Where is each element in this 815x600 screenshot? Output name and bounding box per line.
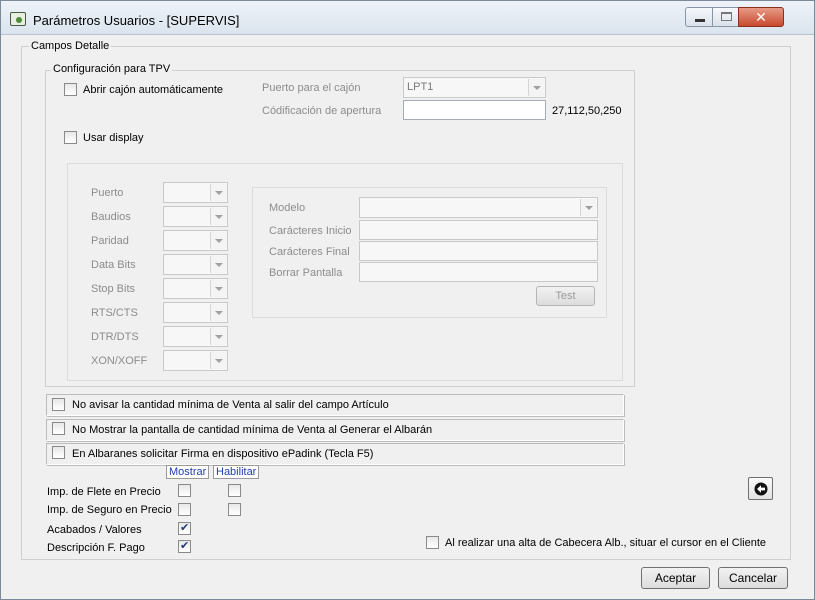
firma-epadink-label: En Albaranes solicitar Firma en disposit… [72,448,374,460]
rts-cts-label: RTS/CTS [91,307,138,319]
cursor-cliente-checkbox[interactable] [426,536,439,549]
caracteres-final-label: Carácteres Final [269,246,350,258]
abrir-cajon-label: Abrir cajón automáticamente [83,84,224,96]
config-tpv-legend: Configuración para TPV [51,63,173,75]
chevron-down-icon [210,304,226,321]
aceptar-button[interactable]: Aceptar [641,567,710,589]
rts-cts-select[interactable] [163,302,228,323]
window-title: Parámetros Usuarios - [SUPERVIS] [33,13,240,28]
modelo-label: Modelo [269,202,306,214]
stop-bits-select[interactable] [163,278,228,299]
baudios-label: Baudios [91,211,131,223]
dtr-dts-select[interactable] [163,326,228,347]
descripcion-pago-mostrar-checkbox[interactable] [178,539,191,553]
chevron-down-icon [210,208,226,225]
no-mostrar-label: No Mostrar la pantalla de cantidad mínim… [72,424,433,436]
codificacion-hint: 27,112,50,250 [552,105,622,117]
firma-epadink-checkbox[interactable] [52,446,65,459]
chevron-down-icon [580,199,596,216]
no-avisar-checkbox[interactable] [52,398,65,411]
puerto-cajon-value: LPT1 [407,81,434,93]
maximize-button[interactable] [712,7,739,27]
flete-label: Imp. de Flete en Precio [47,486,161,498]
stop-bits-label: Stop Bits [91,283,136,295]
app-icon [10,12,26,26]
minimize-icon [695,19,705,22]
no-mostrar-checkbox[interactable] [52,422,65,435]
cancelar-button[interactable]: Cancelar [718,567,788,589]
habilitar-column-header: Habilitar [213,465,260,479]
seguro-label: Imp. de Seguro en Precio [47,504,172,516]
dtr-dts-label: DTR/DTS [91,331,139,343]
usar-display-label: Usar display [83,132,144,144]
puerto-select[interactable] [163,182,228,203]
caracteres-inicio-input[interactable] [359,220,598,240]
modelo-select[interactable] [359,197,598,218]
data-bits-select[interactable] [163,254,228,275]
data-bits-label: Data Bits [91,259,136,271]
close-icon: ✕ [755,9,767,25]
chevron-down-icon [210,184,226,201]
campos-detalle-legend: Campos Detalle [29,40,112,52]
acabados-mostrar-checkbox[interactable] [178,521,191,535]
back-button[interactable] [748,477,773,500]
paridad-label: Paridad [91,235,129,247]
chevron-down-icon [210,232,226,249]
puerto-label: Puerto [91,187,124,199]
cancelar-label: Cancelar [728,571,778,585]
baudios-select[interactable] [163,206,228,227]
codificacion-input[interactable] [403,100,546,120]
mostrar-column-header: Mostrar [166,465,210,479]
chevron-down-icon [528,79,544,96]
title-bar: Parámetros Usuarios - [SUPERVIS] ✕ [1,1,814,35]
xon-xoff-select[interactable] [163,350,228,371]
chevron-down-icon [210,352,226,369]
abrir-cajon-checkbox[interactable] [64,83,77,96]
test-button[interactable]: Test [536,286,595,306]
aceptar-label: Aceptar [654,571,697,585]
cursor-cliente-label: Al realizar una alta de Cabecera Alb., s… [445,537,767,549]
borrar-pantalla-label: Borrar Pantalla [269,267,343,279]
puerto-cajon-label: Puerto para el cajón [262,82,361,94]
caracteres-final-input[interactable] [359,241,598,261]
puerto-cajon-select[interactable]: LPT1 [403,77,546,98]
flete-habilitar-checkbox[interactable] [228,484,241,497]
no-avisar-label: No avisar la cantidad mínima de Venta al… [72,399,389,411]
descripcion-pago-label: Descripción F. Pago [47,542,145,554]
chevron-down-icon [210,280,226,297]
flete-mostrar-checkbox[interactable] [178,484,191,497]
minimize-button[interactable] [685,7,713,27]
acabados-label: Acabados / Valores [47,524,142,536]
borrar-pantalla-input[interactable] [359,262,598,282]
paridad-select[interactable] [163,230,228,251]
seguro-mostrar-checkbox[interactable] [178,503,191,516]
caracteres-inicio-label: Carácteres Inicio [269,225,352,237]
maximize-icon [721,12,732,21]
chevron-down-icon [210,256,226,273]
close-button[interactable]: ✕ [738,7,784,27]
xon-xoff-label: XON/XOFF [91,355,148,367]
chevron-down-icon [210,328,226,345]
seguro-habilitar-checkbox[interactable] [228,503,241,516]
arrow-left-icon [754,482,768,496]
codificacion-label: Códificación de apertura [262,105,382,117]
usar-display-checkbox[interactable] [64,131,77,144]
params-window: Parámetros Usuarios - [SUPERVIS] ✕ Campo… [0,0,815,600]
